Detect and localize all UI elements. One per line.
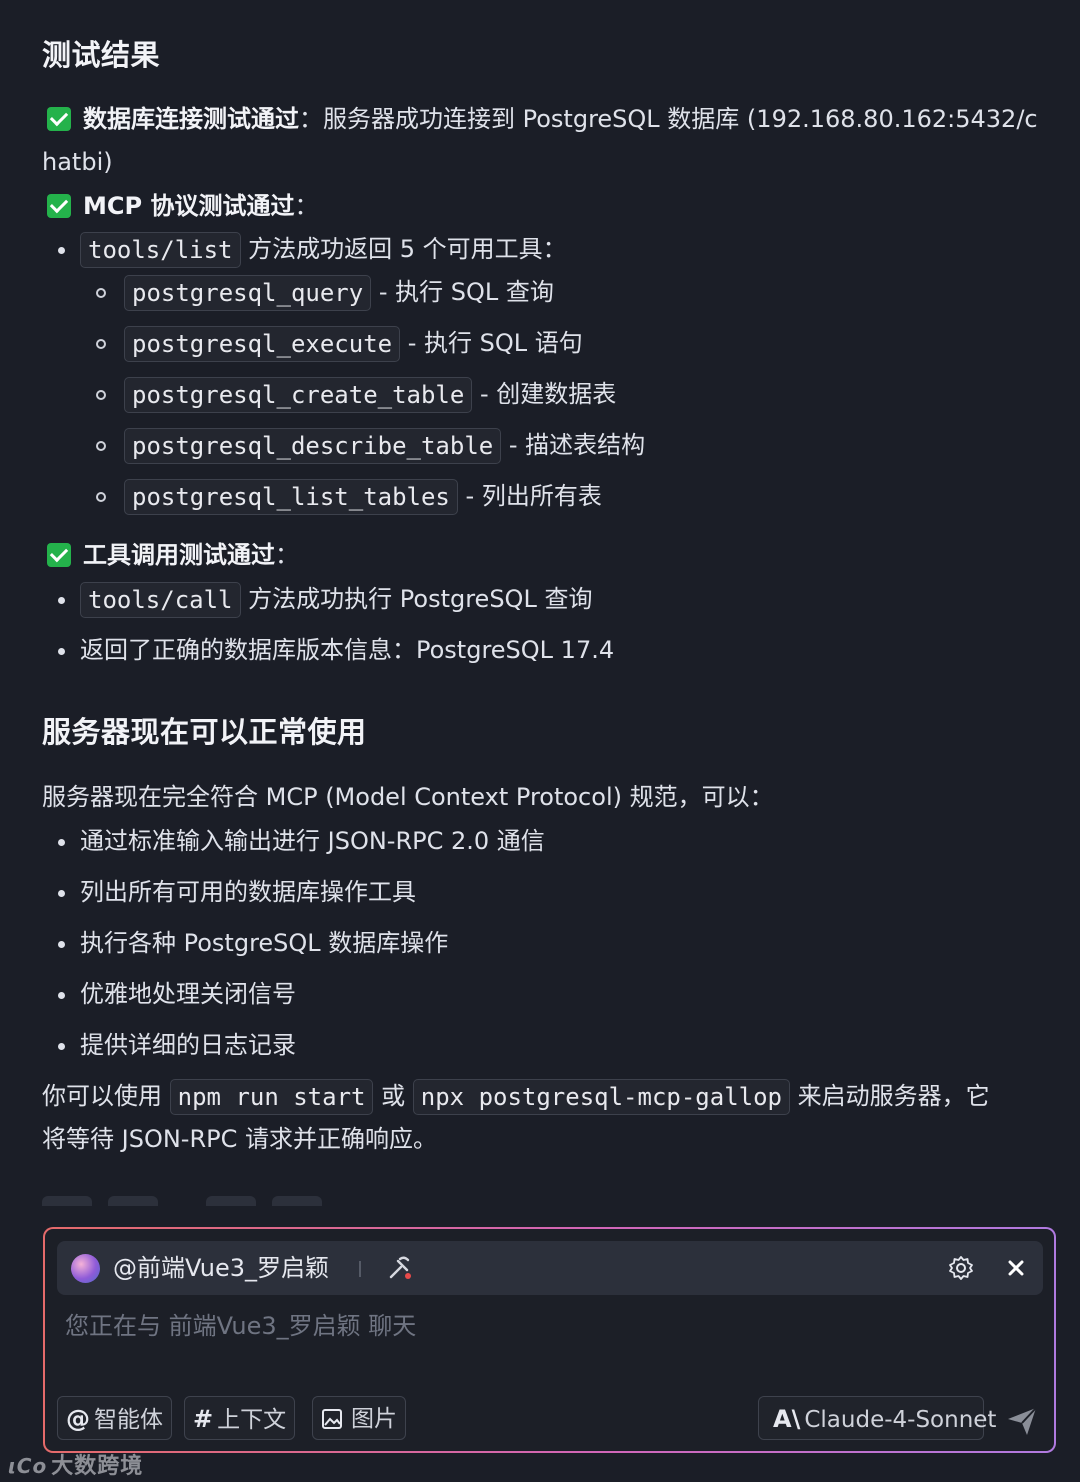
watermark: ιCo 大数跨境 — [8, 1454, 144, 1479]
inline-code: postgresql_list_tables — [124, 479, 458, 515]
faded-tab — [272, 1196, 322, 1206]
hash-icon: # — [193, 1405, 214, 1433]
agent-chip-button[interactable]: @ 智能体 — [57, 1396, 172, 1440]
db-test-line-2: hatbi) — [42, 148, 113, 176]
bullet-circle — [96, 288, 106, 298]
inline-code: postgresql_execute — [124, 326, 401, 362]
bullet — [58, 889, 65, 897]
watermark-logo: ιCo — [8, 1454, 48, 1478]
tool-item: postgresql_query - 执行 SQL 查询 — [42, 271, 554, 314]
inline-code: tools/call — [80, 582, 241, 618]
faded-tab — [108, 1196, 158, 1206]
bullet — [58, 647, 65, 655]
db-test-text: 服务器成功连接到 PostgreSQL 数据库 (192.168.80.162:… — [323, 105, 1038, 133]
inline-code: postgresql_describe_table — [124, 428, 502, 464]
bullet — [58, 940, 65, 948]
closing-line-2: 将等待 JSON-RPC 请求并正确响应。 — [42, 1125, 437, 1153]
tool-item: postgresql_execute - 执行 SQL 语句 — [42, 322, 583, 365]
image-chip-button[interactable]: 图片 — [312, 1396, 406, 1440]
bullet-circle — [96, 339, 106, 349]
chat-input-panel: @前端Vue3_罗启颖 您正在与 前端Vue3_罗启颖 聊天 @ 智能体 # 上下文… — [43, 1227, 1056, 1453]
tool-test-line: 工具调用测试通过： — [42, 534, 299, 577]
db-test-line: 数据库连接测试通过：服务器成功连接到 PostgreSQL 数据库 (192.1… — [42, 98, 1038, 141]
avatar — [71, 1254, 100, 1283]
at-icon: @ — [66, 1405, 90, 1433]
list-item: 提供详细的日志记录 — [42, 1024, 296, 1067]
tool-item: postgresql_create_table - 创建数据表 — [42, 373, 616, 416]
bullet — [58, 246, 65, 254]
bullet-circle — [96, 390, 106, 400]
anthropic-icon: A\ — [773, 1405, 801, 1433]
check-icon — [47, 107, 71, 131]
bullet — [58, 991, 65, 999]
inline-code: postgresql_query — [124, 275, 372, 311]
tool-test-label: 工具调用测试通过 — [83, 541, 275, 569]
divider — [359, 1261, 361, 1277]
bullet — [58, 1042, 65, 1050]
section-title-results: 测试结果 — [42, 38, 161, 72]
list-item: tools/call 方法成功执行 PostgreSQL 查询 — [42, 578, 592, 621]
check-icon — [47, 194, 71, 218]
inline-code: npm run start — [169, 1079, 374, 1115]
send-icon[interactable] — [1005, 1404, 1039, 1438]
gear-icon[interactable] — [947, 1254, 975, 1282]
mcp-test-line: MCP 协议测试通过： — [42, 185, 318, 228]
bullet-circle — [96, 492, 106, 502]
closing-line: 你可以使用 npm run start 或 npx postgresql-mcp… — [42, 1075, 990, 1118]
tools-icon[interactable] — [385, 1253, 415, 1283]
agent-name[interactable]: @前端Vue3_罗启颖 — [113, 1251, 329, 1285]
mcp-test-label: MCP 协议测试通过 — [83, 192, 295, 220]
chat-input[interactable]: 您正在与 前端Vue3_罗启颖 聊天 — [65, 1309, 416, 1343]
inline-code: tools/list — [80, 232, 241, 268]
image-icon — [322, 1409, 342, 1429]
agent-bar: @前端Vue3_罗启颖 — [57, 1241, 1043, 1295]
bullet-circle — [96, 441, 106, 451]
inline-code: postgresql_create_table — [124, 377, 473, 413]
list-item: 通过标准输入输出进行 JSON-RPC 2.0 通信 — [42, 820, 545, 863]
list-item: 优雅地处理关闭信号 — [42, 973, 296, 1016]
list-item: 返回了正确的数据库版本信息：PostgreSQL 17.4 — [42, 629, 614, 672]
bullet — [58, 838, 65, 846]
faded-tab — [206, 1196, 256, 1206]
model-selector[interactable]: A\ Claude-4-Sonnet — [758, 1396, 996, 1440]
close-icon[interactable] — [1002, 1254, 1030, 1282]
bullet — [58, 596, 65, 604]
context-chip-button[interactable]: # 上下文 — [184, 1396, 296, 1440]
list-item: tools/list 方法成功返回 5 个可用工具： — [42, 228, 567, 271]
tool-item: postgresql_list_tables - 列出所有表 — [42, 475, 602, 518]
faded-tab — [42, 1196, 92, 1206]
check-icon — [47, 543, 71, 567]
db-test-label: 数据库连接测试通过 — [83, 105, 299, 133]
section-title-usable: 服务器现在可以正常使用 — [42, 715, 367, 749]
list-item: 执行各种 PostgreSQL 数据库操作 — [42, 922, 448, 965]
tool-item: postgresql_describe_table - 描述表结构 — [42, 424, 645, 467]
usable-intro: 服务器现在完全符合 MCP (Model Context Protocol) 规… — [42, 783, 774, 811]
list-item: 列出所有可用的数据库操作工具 — [42, 871, 416, 914]
inline-code: npx postgresql-mcp-gallop — [412, 1079, 790, 1115]
